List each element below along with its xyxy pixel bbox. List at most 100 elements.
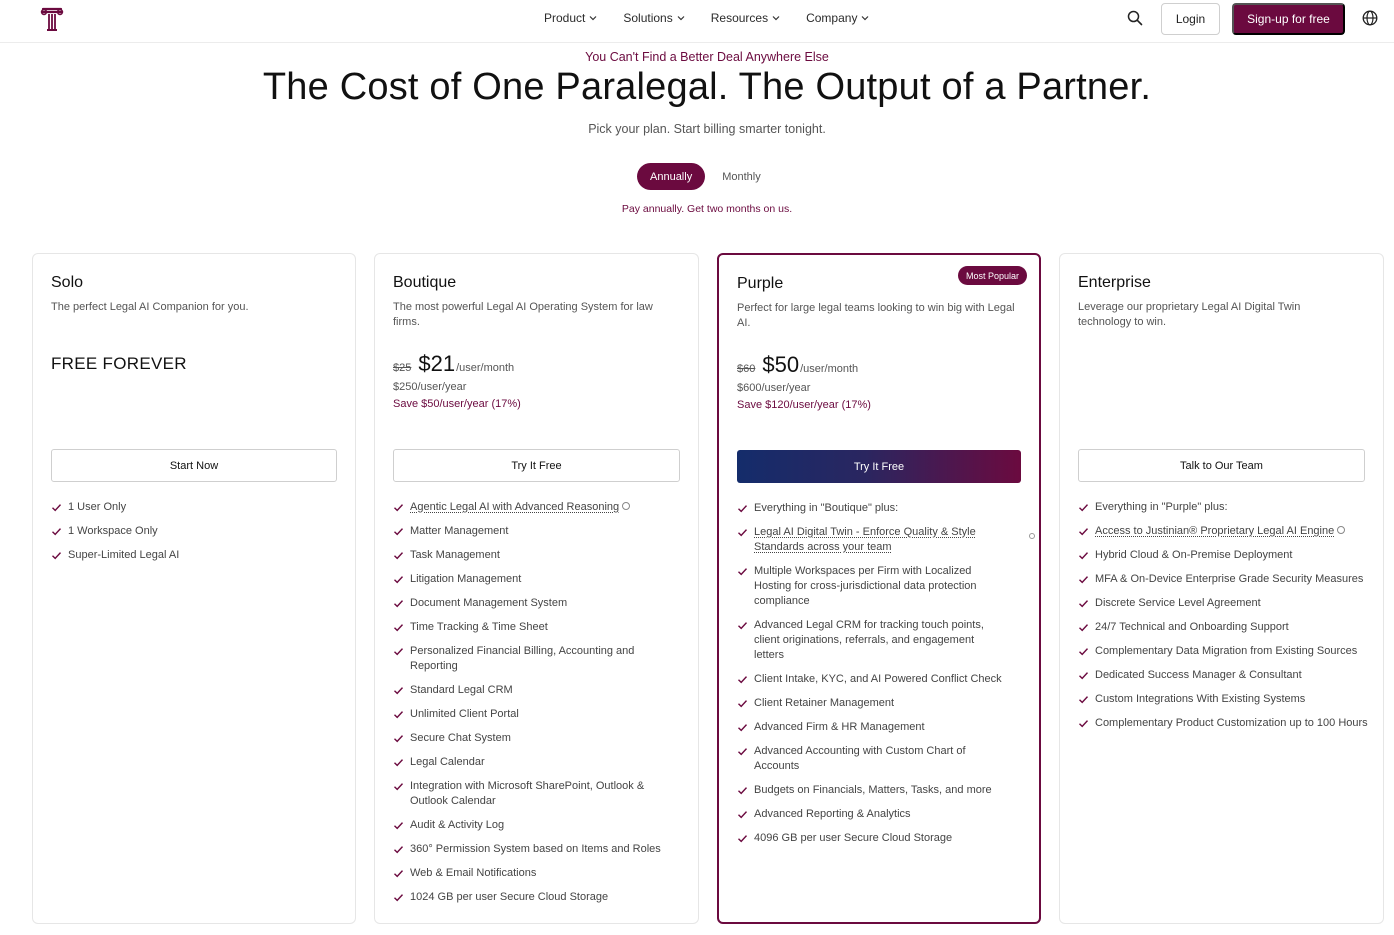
feature-text: Unlimited Client Portal [410, 708, 519, 720]
feature-text[interactable]: Legal AI Digital Twin - Enforce Quality … [754, 526, 976, 553]
nav-product[interactable]: Product [544, 11, 597, 25]
feature-item: Complementary Data Migration from Existi… [1078, 644, 1368, 659]
feature-text: Multiple Workspaces per Firm with Locali… [754, 565, 977, 607]
try-free-button[interactable]: Try It Free [737, 450, 1021, 483]
plan-price: FREE FOREVER [51, 354, 187, 373]
check-icon [738, 529, 748, 537]
check-icon [394, 687, 404, 695]
feature-item: 1024 GB per user Secure Cloud Storage [393, 890, 685, 905]
nav-solutions[interactable]: Solutions [623, 11, 685, 25]
price-old: $25 [393, 362, 412, 374]
check-icon [1079, 528, 1089, 536]
feature-text: Advanced Firm & HR Management [754, 721, 925, 733]
feature-text: Hybrid Cloud & On-Premise Deployment [1095, 549, 1293, 561]
feature-item: Task Management [393, 548, 685, 563]
feature-list: Agentic Legal AI with Advanced Reasoning… [393, 500, 685, 914]
price-unit: /user/month [456, 362, 515, 374]
main-menu: Product Solutions Resources Company [544, 0, 895, 36]
feature-item: Client Retainer Management [737, 696, 1002, 711]
plan-description: The perfect Legal AI Companion for you. [51, 301, 249, 313]
plan-price: $60 $50 /user/month [737, 352, 858, 378]
try-free-button[interactable]: Try It Free [393, 449, 680, 482]
feature-item: Audit & Activity Log [393, 818, 685, 833]
toggle-annually[interactable]: Annually [637, 163, 706, 190]
feature-text: Advanced Legal CRM for tracking touch po… [754, 619, 984, 661]
price-old: $60 [737, 363, 756, 375]
feature-item: Advanced Accounting with Custom Chart of… [737, 744, 1002, 774]
feature-item: Web & Email Notifications [393, 866, 685, 881]
feature-item: Matter Management [393, 524, 685, 539]
search-icon[interactable] [1126, 9, 1144, 27]
check-icon [394, 528, 404, 536]
feature-text: Audit & Activity Log [410, 819, 505, 831]
page-title: The Cost of One Paralegal. The Output of… [262, 66, 1152, 108]
feature-item: Discrete Service Level Agreement [1078, 596, 1368, 611]
nav-resources[interactable]: Resources [711, 11, 780, 25]
plan-card-purple: Most Popular Purple Perfect for large le… [717, 253, 1041, 924]
nav-resources-label: Resources [710, 11, 769, 25]
feature-item: Everything in "Purple" plus: [1078, 500, 1368, 515]
check-icon [394, 822, 404, 830]
plan-price: $25 $21 /user/month [393, 351, 514, 377]
talk-to-team-button[interactable]: Talk to Our Team [1078, 449, 1365, 482]
check-icon [52, 552, 62, 560]
chevron-down-icon [862, 16, 869, 21]
feature-text: Matter Management [410, 525, 509, 537]
feature-list: Everything in "Purple" plus: Access to J… [1078, 500, 1368, 740]
check-icon [738, 748, 748, 756]
feature-item: Advanced Firm & HR Management [737, 720, 1002, 735]
price-yearly: $250/user/year [393, 381, 467, 393]
check-icon [738, 622, 748, 630]
toggle-monthly[interactable]: Monthly [722, 171, 761, 183]
feature-text: Budgets on Financials, Matters, Tasks, a… [754, 784, 992, 796]
feature-list: 1 User Only 1 Workspace Only Super-Limit… [51, 500, 341, 572]
check-icon [394, 576, 404, 584]
feature-text[interactable]: Agentic Legal AI with Advanced Reasoning [410, 501, 619, 513]
check-icon [738, 724, 748, 732]
login-button[interactable]: Login [1161, 3, 1220, 35]
check-icon [1079, 648, 1089, 656]
feature-text[interactable]: Access to Justinian® Proprietary Legal A… [1095, 525, 1334, 537]
check-icon [738, 568, 748, 576]
check-icon [738, 787, 748, 795]
check-icon [1079, 576, 1089, 584]
top-nav: Product Solutions Resources Company Logi… [0, 0, 1394, 43]
signup-button[interactable]: Sign-up for free [1232, 3, 1345, 35]
plan-title: Solo [51, 274, 84, 291]
check-icon [394, 870, 404, 878]
check-icon [738, 505, 748, 513]
chevron-down-icon [589, 16, 597, 21]
plan-description: The most powerful Legal AI Operating Sys… [393, 301, 653, 328]
nav-solutions-label: Solutions [623, 11, 673, 25]
feature-text: Everything in "Boutique" plus: [754, 502, 899, 514]
pillar-logo-icon[interactable] [38, 5, 66, 33]
feature-item: Litigation Management [393, 572, 685, 587]
feature-text: Time Tracking & Time Sheet [410, 621, 548, 633]
start-now-button[interactable]: Start Now [51, 449, 337, 482]
feature-item: 4096 GB per user Secure Cloud Storage [737, 831, 1002, 846]
feature-item: Everything in "Boutique" plus: [737, 501, 1002, 516]
feature-text: Secure Chat System [410, 732, 511, 744]
feature-item: Legal AI Digital Twin - Enforce Quality … [737, 525, 1035, 555]
check-icon [394, 735, 404, 743]
globe-icon[interactable] [1361, 9, 1379, 27]
feature-item: Unlimited Client Portal [393, 707, 685, 722]
check-icon [52, 504, 62, 512]
feature-text: Custom Integrations With Existing System… [1095, 693, 1306, 705]
feature-item: Client Intake, KYC, and AI Powered Confl… [737, 672, 1002, 687]
info-icon[interactable] [1337, 526, 1346, 534]
check-icon [394, 552, 404, 560]
feature-item: Complementary Product Customization up t… [1078, 716, 1368, 731]
info-icon[interactable] [622, 502, 631, 510]
feature-item: Hybrid Cloud & On-Premise Deployment [1078, 548, 1368, 563]
nav-company[interactable]: Company [806, 11, 869, 25]
feature-item: 360° Permission System based on Items an… [393, 842, 685, 857]
check-icon [394, 600, 404, 608]
feature-item: Custom Integrations With Existing System… [1078, 692, 1368, 707]
feature-item: Access to Justinian® Proprietary Legal A… [1078, 524, 1368, 539]
chevron-down-icon [772, 16, 780, 21]
feature-text: Dedicated Success Manager & Consultant [1095, 669, 1302, 681]
hero-eyebrow: You Can't Find a Better Deal Anywhere El… [585, 50, 829, 64]
feature-item: Legal Calendar [393, 755, 685, 770]
info-icon[interactable] [1029, 533, 1035, 539]
